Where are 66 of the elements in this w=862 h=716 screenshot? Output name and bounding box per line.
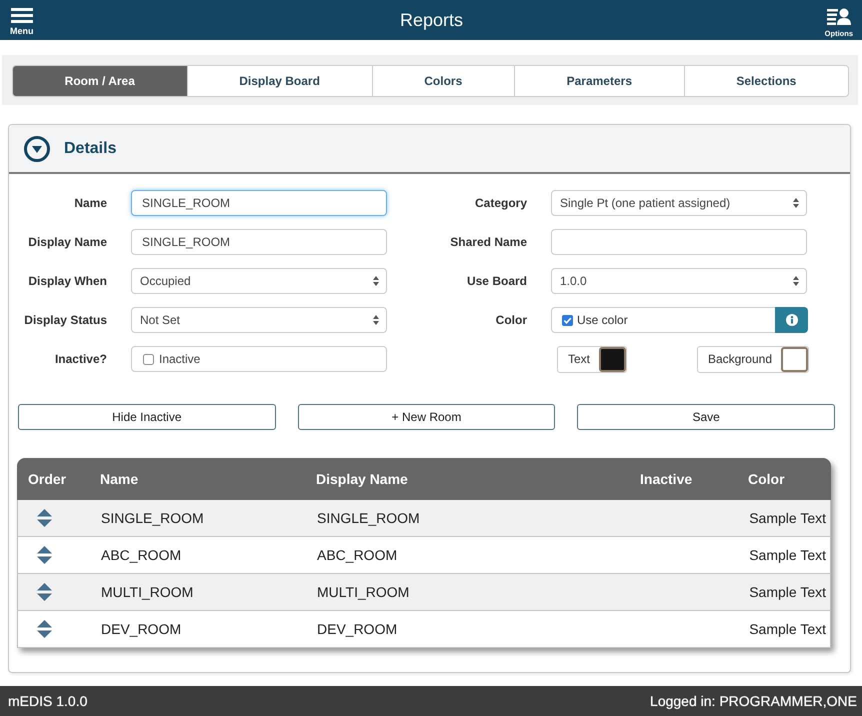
select-field[interactable]: 1.0.0 xyxy=(551,268,807,294)
table-cell-text: Sample Text xyxy=(749,510,827,526)
color-picker-button[interactable]: Text xyxy=(557,346,628,372)
tab[interactable]: Selections xyxy=(684,66,848,96)
field-label: Display Status xyxy=(23,313,107,327)
checkbox-field[interactable]: Inactive xyxy=(131,346,387,372)
field-label: Display When xyxy=(27,274,107,288)
column-header: Display Name xyxy=(316,471,409,487)
field-label: Shared Name xyxy=(449,235,527,249)
column-header: Order xyxy=(27,471,68,487)
list-person-icon xyxy=(826,8,851,25)
menu-icon xyxy=(10,8,33,23)
info-button[interactable] xyxy=(775,307,808,333)
field-label: Name xyxy=(73,196,107,210)
action-button[interactable]: Save xyxy=(577,404,835,430)
table-cell-text: DEV_ROOM xyxy=(317,621,398,637)
action-button[interactable]: Hide Inactive xyxy=(18,404,276,430)
table-cell-text: Sample Text xyxy=(749,621,827,637)
field-label: Category xyxy=(474,196,527,210)
app-version: mEDIS 1.0.0 xyxy=(8,693,88,709)
select-field[interactable]: Not Set xyxy=(131,307,387,333)
text-field[interactable] xyxy=(551,229,807,255)
caret-circle-icon[interactable] xyxy=(24,136,50,162)
table-cell-text: MULTI_ROOM xyxy=(317,584,410,600)
field-label: Inactive? xyxy=(54,352,107,366)
checkbox-icon[interactable] xyxy=(143,354,154,364)
table-cell-text: SINGLE_ROOM xyxy=(101,510,205,526)
updown-arrows-icon[interactable] xyxy=(37,546,52,564)
column-header: Inactive xyxy=(640,471,694,487)
checkbox-field[interactable]: Use color xyxy=(551,307,775,333)
updown-arrows-icon[interactable] xyxy=(37,583,52,601)
section-title: Details xyxy=(64,140,116,158)
checkbox-icon[interactable] xyxy=(562,314,573,326)
updown-caret-icon xyxy=(373,315,379,325)
table-cell-text: ABC_ROOM xyxy=(101,547,182,563)
tab[interactable]: Room / Area xyxy=(13,66,187,96)
column-header: Name xyxy=(100,471,140,487)
table-cell-text: Sample Text xyxy=(749,547,827,563)
updown-caret-icon xyxy=(793,276,799,286)
table-cell-text: MULTI_ROOM xyxy=(101,584,194,600)
updown-arrows-icon[interactable] xyxy=(37,620,52,638)
table-row[interactable]: SINGLE_ROOM SINGLE_ROOM Sample Text xyxy=(17,500,831,537)
field-label: Color xyxy=(494,313,527,327)
text-field[interactable]: SINGLE_ROOM xyxy=(131,229,387,255)
column-header: Color xyxy=(748,471,786,487)
text-field[interactable]: SINGLE_ROOM xyxy=(131,190,387,216)
updown-caret-icon xyxy=(373,276,379,286)
table-cell-text: SINGLE_ROOM xyxy=(317,510,421,526)
action-button[interactable]: + New Room xyxy=(298,404,556,430)
select-field[interactable]: Occupied xyxy=(131,268,387,294)
updown-arrows-icon[interactable] xyxy=(37,509,52,527)
table-row[interactable]: ABC_ROOM ABC_ROOM Sample Text xyxy=(17,537,831,574)
updown-caret-icon xyxy=(793,198,799,208)
table-cell-text: ABC_ROOM xyxy=(317,547,398,563)
select-field[interactable]: Single Pt (one patient assigned) xyxy=(551,190,807,216)
table-cell-text: DEV_ROOM xyxy=(101,621,182,637)
field-label: Use Board xyxy=(466,274,527,288)
field-label: Display Name xyxy=(27,235,107,249)
info-icon xyxy=(786,314,798,326)
table-row[interactable]: MULTI_ROOM MULTI_ROOM Sample Text xyxy=(17,574,831,611)
color-picker-button[interactable]: Background xyxy=(696,346,809,372)
table-row[interactable]: DEV_ROOM DEV_ROOM Sample Text xyxy=(17,611,831,648)
page-title: Reports xyxy=(400,9,464,31)
menu-button[interactable]: Menu xyxy=(10,0,34,36)
table-cell-text: Sample Text xyxy=(749,584,827,600)
login-status: Logged in: PROGRAMMER,ONE xyxy=(650,693,857,709)
